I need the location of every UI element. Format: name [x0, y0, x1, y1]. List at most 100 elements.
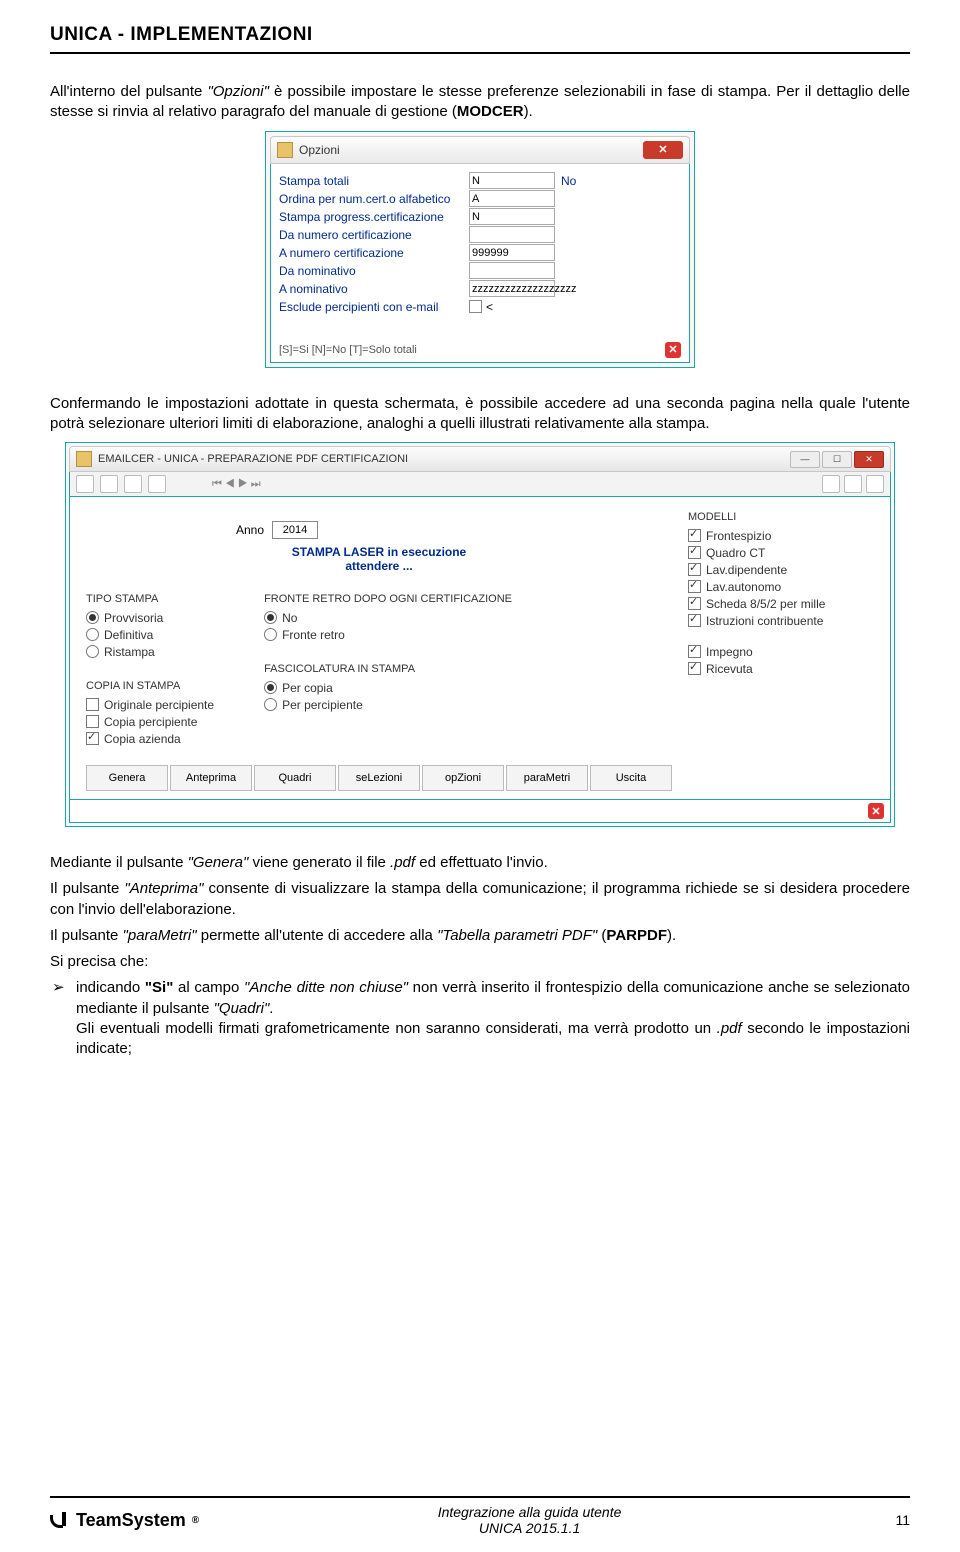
- radio-row[interactable]: Ristampa: [86, 643, 214, 660]
- paragraph-4: Il pulsante "Anteprima" consente di visu…: [50, 879, 910, 920]
- toolbar-icon[interactable]: [76, 475, 94, 493]
- footer: TeamSystem® Integrazione alla guida uten…: [50, 1496, 910, 1536]
- check-row[interactable]: Originale percipiente: [86, 696, 214, 713]
- cancel-icon[interactable]: ✕: [868, 803, 884, 819]
- toolbar-icon[interactable]: [100, 475, 118, 493]
- text-ital: "paraMetri": [123, 927, 197, 944]
- text: ed effettuato l'invio.: [415, 854, 548, 871]
- text: viene generato il file: [248, 854, 390, 871]
- text: ).: [524, 103, 533, 120]
- app-icon: [277, 142, 293, 158]
- checkbox-icon[interactable]: [688, 563, 701, 576]
- radio-icon[interactable]: [264, 628, 277, 641]
- field-input[interactable]: N: [469, 208, 555, 225]
- text-ital: "Genera": [188, 854, 249, 871]
- check-row[interactable]: Impegno: [688, 643, 874, 660]
- action-button[interactable]: Anteprima: [170, 765, 252, 791]
- toolbar-icon-right[interactable]: [844, 475, 862, 493]
- radio-row[interactable]: No: [264, 609, 512, 626]
- checkbox-icon[interactable]: [688, 580, 701, 593]
- field-input[interactable]: zzzzzzzzzzzzzzzzzzz: [469, 280, 555, 297]
- close-button[interactable]: ✕: [643, 141, 683, 159]
- action-button[interactable]: Uscita: [590, 765, 672, 791]
- toolbar-icon[interactable]: [148, 475, 166, 493]
- text-bold: PARPDF: [606, 927, 667, 944]
- radio-icon[interactable]: [86, 611, 99, 624]
- record-nav[interactable]: ⏮ ◀ ▶ ⏭: [212, 478, 261, 491]
- field-label: Da nominativo: [279, 264, 469, 278]
- screenshot-emailcer: EMAILCER - UNICA - PREPARAZIONE PDF CERT…: [65, 442, 895, 827]
- checkbox-icon[interactable]: [688, 662, 701, 675]
- check-row[interactable]: Scheda 8/5/2 per mille: [688, 595, 874, 612]
- check-row[interactable]: Lav.autonomo: [688, 578, 874, 595]
- field-label: A numero certificazione: [279, 246, 469, 260]
- action-button[interactable]: Quadri: [254, 765, 336, 791]
- maximize-button[interactable]: ☐: [822, 451, 852, 468]
- esclude-label: Esclude percipienti con e-mail: [279, 300, 469, 314]
- action-button[interactable]: seLezioni: [338, 765, 420, 791]
- paragraph-5: Il pulsante "paraMetri" permette all'ute…: [50, 926, 910, 946]
- radio-icon[interactable]: [86, 628, 99, 641]
- opzioni-row: A numero certificazione999999: [279, 244, 681, 262]
- close-button[interactable]: ✕: [854, 451, 884, 468]
- opzioni-titlebar: Opzioni ✕: [270, 136, 690, 164]
- text: Il pulsante: [50, 927, 123, 944]
- field-input[interactable]: 999999: [469, 244, 555, 261]
- esclude-row: Esclude percipienti con e-mail <: [279, 298, 681, 316]
- check-row[interactable]: Copia percipiente: [86, 713, 214, 730]
- minimize-button[interactable]: —: [790, 451, 820, 468]
- action-button[interactable]: Genera: [86, 765, 168, 791]
- toolbar-icon[interactable]: [124, 475, 142, 493]
- checkbox-icon[interactable]: [86, 698, 99, 711]
- radio-row[interactable]: Fronte retro: [264, 626, 512, 643]
- text: indicando: [76, 979, 145, 996]
- field-label: Ordina per num.cert.o alfabetico: [279, 192, 469, 206]
- esclude-checkbox[interactable]: [469, 300, 482, 313]
- action-button[interactable]: paraMetri: [506, 765, 588, 791]
- text: All'interno del pulsante: [50, 83, 207, 100]
- checkbox-icon[interactable]: [688, 529, 701, 542]
- anno-input[interactable]: 2014: [272, 521, 318, 539]
- check-row[interactable]: Quadro CT: [688, 544, 874, 561]
- check-row[interactable]: Ricevuta: [688, 660, 874, 677]
- checkbox-icon[interactable]: [86, 732, 99, 745]
- radio-icon[interactable]: [264, 681, 277, 694]
- paragraph-1: All'interno del pulsante "Opzioni" è pos…: [50, 82, 910, 123]
- field-input[interactable]: [469, 226, 555, 243]
- field-input[interactable]: A: [469, 190, 555, 207]
- opzioni-row: Stampa totaliNNo: [279, 172, 681, 190]
- radio-icon[interactable]: [264, 611, 277, 624]
- checkbox-icon[interactable]: [688, 546, 701, 559]
- toolbar-icon-right[interactable]: [866, 475, 884, 493]
- radio-row[interactable]: Definitiva: [86, 626, 214, 643]
- footer-line2: UNICA 2015.1.1: [199, 1520, 860, 1536]
- radio-row[interactable]: Per copia: [264, 679, 512, 696]
- radio-icon[interactable]: [264, 698, 277, 711]
- cancel-icon[interactable]: ✕: [665, 342, 681, 358]
- text: ).: [667, 927, 676, 944]
- check-row[interactable]: Copia azienda: [86, 730, 214, 747]
- text-ital: "Anche ditte non chiuse": [244, 979, 408, 996]
- check-row[interactable]: Istruzioni contribuente: [688, 612, 874, 629]
- field-input[interactable]: N: [469, 172, 555, 189]
- opzioni-row: Da nominativo: [279, 262, 681, 280]
- hint-text: [S]=Si [N]=No [T]=Solo totali: [279, 344, 417, 356]
- opzioni-row: Da numero certificazione: [279, 226, 681, 244]
- checkbox-icon[interactable]: [688, 614, 701, 627]
- teamsystem-logo: TeamSystem®: [50, 1510, 199, 1531]
- action-button[interactable]: opZioni: [422, 765, 504, 791]
- bullet-1: ➢ indicando "Si" al campo "Anche ditte n…: [52, 978, 910, 1059]
- radio-icon[interactable]: [86, 645, 99, 658]
- checkbox-icon[interactable]: [86, 715, 99, 728]
- logo-icon: [50, 1510, 70, 1530]
- radio-row[interactable]: Per percipiente: [264, 696, 512, 713]
- bullet-arrow-icon: ➢: [52, 978, 66, 1059]
- field-input[interactable]: [469, 262, 555, 279]
- radio-row[interactable]: Provvisoria: [86, 609, 214, 626]
- opzioni-row: A nominativozzzzzzzzzzzzzzzzzzz: [279, 280, 681, 298]
- checkbox-icon[interactable]: [688, 645, 701, 658]
- check-row[interactable]: Lav.dipendente: [688, 561, 874, 578]
- toolbar-icon-right[interactable]: [822, 475, 840, 493]
- checkbox-icon[interactable]: [688, 597, 701, 610]
- check-row[interactable]: Frontespizio: [688, 527, 874, 544]
